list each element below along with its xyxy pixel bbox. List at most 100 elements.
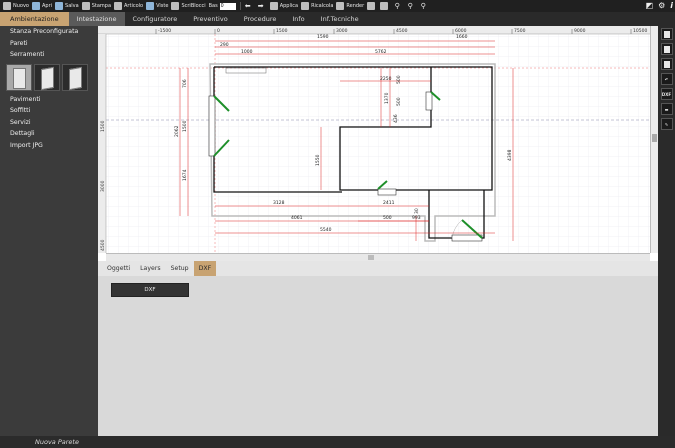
measure-icon: ▬ <box>664 106 669 112</box>
scale-input[interactable] <box>219 2 236 10</box>
ricalcola-button[interactable]: Ricalcola <box>301 2 333 10</box>
camera-icon <box>367 2 376 10</box>
new-page-button[interactable] <box>660 28 673 40</box>
dimension-label: 5540 <box>320 227 332 233</box>
tab-configuratore[interactable]: Configuratore <box>125 12 186 26</box>
dimension-label: 1674 <box>182 169 188 181</box>
edit-button[interactable]: ✎ <box>660 118 673 130</box>
main-toolbar: Nuovo Apri Salva Stampa Articolo Viste S… <box>0 0 675 12</box>
dimension-label: 290 <box>220 42 229 48</box>
gear-icon[interactable]: ⚙ <box>658 1 665 11</box>
arrow-right-button[interactable]: ➡ <box>257 2 267 10</box>
window-open-thumb[interactable] <box>34 63 60 91</box>
arrow-left-icon: ⬅ <box>244 2 251 10</box>
apply-icon <box>269 2 278 10</box>
dimension-label: 706 <box>182 79 188 88</box>
zoom-out-button[interactable]: ⚲ <box>406 2 416 10</box>
info-icon[interactable]: i <box>670 1 673 11</box>
tab-intestazione[interactable]: Intestazione <box>68 12 125 26</box>
save-drawing-button[interactable] <box>660 58 673 70</box>
zoom-fit-button[interactable] <box>380 2 390 10</box>
tab-info[interactable]: Info <box>284 12 312 26</box>
vertical-scrollbar[interactable] <box>650 26 658 253</box>
tab-oggetti[interactable]: Oggetti <box>102 261 135 276</box>
horizontal-scroll-thumb[interactable] <box>368 255 374 260</box>
window-icon <box>13 67 26 89</box>
ruler-tick-label: 0 <box>217 28 220 34</box>
ruler-tick-label: 4500 <box>396 28 408 34</box>
dxf-tool-button[interactable]: DXF <box>660 88 673 100</box>
scala-control: Bas <box>209 2 236 10</box>
sidebar-item-import-jpg[interactable]: Import JPG <box>0 140 98 152</box>
sidebar-item-soffitti[interactable]: Soffitti <box>0 105 98 117</box>
dimension-label: 1370 <box>384 92 390 104</box>
dxf-button[interactable]: DXF <box>111 283 189 297</box>
tab-inf-tecniche[interactable]: Inf.Tecniche <box>313 12 367 26</box>
tab-dxf[interactable]: DXF <box>193 261 217 276</box>
undo-button[interactable]: ↶ <box>660 73 673 85</box>
dimension-label: 4398 <box>507 149 513 161</box>
dimension-label: 436 <box>393 114 399 123</box>
horizontal-scrollbar[interactable] <box>106 253 650 261</box>
bottom-tabs: Oggetti Layers Setup DXF <box>98 261 658 276</box>
ruler-tick-label: 3000 <box>336 28 348 34</box>
dimension-label: 1000 <box>241 49 253 55</box>
window-single-thumb[interactable] <box>6 63 32 91</box>
tab-preventivo[interactable]: Preventivo <box>185 12 235 26</box>
sidebar: Stanza Preconfigurata Pareti Serramenti … <box>0 26 98 436</box>
ruler-tick-label: 1500 <box>276 28 288 34</box>
folder-icon <box>663 45 670 53</box>
zoom-in-icon: ⚲ <box>394 2 400 10</box>
applica-button[interactable]: Applica <box>269 2 298 10</box>
zoom-all-button[interactable]: ⚲ <box>419 2 429 10</box>
window-type-selector <box>0 61 98 94</box>
zoom-in-button[interactable]: ⚲ <box>393 2 403 10</box>
sidebar-item-stanza[interactable]: Stanza Preconfigurata <box>0 26 98 38</box>
dimension-label: 2411 <box>383 200 395 206</box>
window-door-thumb[interactable] <box>62 63 88 91</box>
camera-button[interactable] <box>367 2 377 10</box>
viste-button[interactable]: Viste <box>146 2 168 10</box>
brush-icon[interactable]: ◩ <box>646 1 654 11</box>
ruler-tick-label: -1500 <box>158 28 171 34</box>
new-button[interactable]: Nuovo <box>3 2 29 10</box>
dimension-label: 5762 <box>375 49 387 55</box>
print-button[interactable]: Stampa <box>81 2 111 10</box>
open-button[interactable]: Apri <box>32 2 52 10</box>
sidebar-item-pavimenti[interactable]: Pavimenti <box>0 94 98 106</box>
measure-button[interactable]: ▬ <box>660 103 673 115</box>
save-button[interactable]: Salva <box>55 2 79 10</box>
dimension-label: 1500 <box>182 120 188 132</box>
vertical-scroll-thumb[interactable] <box>652 134 657 142</box>
render-button[interactable]: Render <box>336 2 364 10</box>
scriblocci-button[interactable]: ScriBlocci <box>171 2 206 10</box>
print-icon <box>81 2 90 10</box>
ruler-tick-label: 1500 <box>100 120 106 132</box>
ruler-tick-label: 4500 <box>100 239 106 251</box>
dimension-label: 1660 <box>456 34 468 40</box>
list-icon <box>114 2 123 10</box>
sidebar-item-serramenti[interactable]: Serramenti <box>0 49 98 61</box>
articolo-button[interactable]: Articolo <box>114 2 143 10</box>
floorplan-drawing[interactable]: -1500 0 1500 3000 4500 6000 7500 9000 10… <box>98 26 658 261</box>
sidebar-item-servizi[interactable]: Servizi <box>0 117 98 129</box>
dimension-label: 1590 <box>317 34 329 40</box>
tab-ambientazione[interactable]: Ambientazione <box>0 12 69 26</box>
status-text: Nuova Parete <box>35 438 79 446</box>
tab-procedure[interactable]: Procedure <box>236 12 285 26</box>
recalc-icon <box>301 2 310 10</box>
ruler-tick-label: 7500 <box>514 28 526 34</box>
dimension-label: 993 <box>412 215 421 221</box>
folder-icon <box>32 2 40 10</box>
toolbar-right: ◩ ⚙ i <box>646 1 673 11</box>
open-folder-button[interactable] <box>660 43 673 55</box>
sidebar-item-dettagli[interactable]: Dettagli <box>0 128 98 140</box>
render-icon <box>336 2 345 10</box>
floorplan-canvas[interactable]: -1500 0 1500 3000 4500 6000 7500 9000 10… <box>98 26 658 261</box>
tab-setup[interactable]: Setup <box>166 261 194 276</box>
sidebar-item-pareti[interactable]: Pareti <box>0 38 98 50</box>
tab-layers[interactable]: Layers <box>135 261 165 276</box>
zoom-fit-icon <box>380 2 389 10</box>
new-file-icon <box>3 2 11 10</box>
arrow-left-button[interactable]: ⬅ <box>244 2 254 10</box>
